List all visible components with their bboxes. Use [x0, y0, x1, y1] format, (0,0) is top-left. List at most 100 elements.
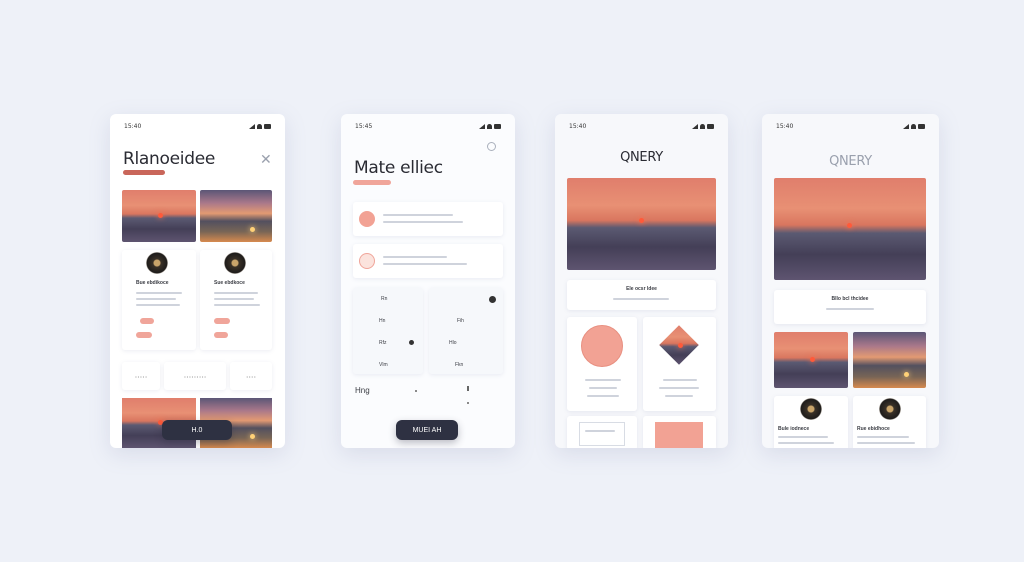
title-accent	[353, 180, 391, 185]
profile-name: Sue ebdkoce	[214, 280, 245, 286]
caption-card: Bllo bcl thcidee	[774, 290, 926, 324]
gear-icon[interactable]	[487, 142, 496, 151]
wifi-icon	[257, 124, 262, 129]
text-line	[383, 256, 447, 258]
radio-icon[interactable]	[489, 296, 496, 303]
item-icon	[359, 211, 375, 227]
feature-card[interactable]	[567, 416, 637, 448]
profile-card[interactable]: Bue ebdikoce	[122, 250, 196, 350]
filter-chip[interactable]: • • • • • • • • •	[164, 362, 226, 390]
filter-chip[interactable]: • • • • •	[122, 362, 160, 390]
photo-thumbnail[interactable]	[774, 332, 848, 388]
status-time: 15:40	[569, 123, 587, 130]
text-box	[579, 422, 625, 446]
status-bar: 15:40	[124, 123, 271, 133]
phone-screen-query-results: 15:40 QNERY Bllo bcl thcidee Bule iodnec…	[762, 114, 939, 448]
text-line	[613, 298, 669, 300]
text-line	[214, 304, 260, 306]
pager-dots: Hng	[353, 386, 503, 410]
list-item[interactable]	[353, 202, 503, 236]
status-time: 15:40	[124, 123, 142, 130]
option-label: Hlo	[449, 340, 457, 346]
text-line	[136, 298, 176, 300]
option-label: Hng	[355, 386, 370, 395]
text-line	[585, 379, 621, 381]
status-bar: 15:40	[569, 123, 714, 133]
text-line	[659, 387, 699, 389]
close-icon[interactable]: ✕	[260, 152, 272, 168]
text-line	[826, 308, 874, 310]
primary-button[interactable]: MUEI AH	[396, 420, 458, 440]
item-icon	[359, 253, 375, 269]
text-line	[383, 263, 467, 265]
feature-circle	[581, 325, 623, 367]
status-time: 15:40	[776, 123, 794, 130]
filter-chip[interactable]: • • • •	[230, 362, 272, 390]
page-title: Mate elliec	[354, 158, 443, 178]
page-title: Rlanoeidee	[123, 149, 216, 169]
text-line	[857, 442, 915, 444]
option-label: Hn	[379, 318, 386, 324]
options-panel: Rn Hn Rfz Vlm	[353, 288, 423, 374]
text-line	[663, 379, 697, 381]
option-label: Rfz	[379, 340, 387, 346]
text-line	[136, 304, 180, 306]
text-line	[665, 395, 693, 397]
tag-chip[interactable]	[136, 332, 152, 338]
caption-title: Bllo bcl thcidee	[831, 296, 869, 302]
avatar	[224, 252, 246, 274]
title-accent	[123, 170, 165, 175]
tag-chip[interactable]	[214, 332, 228, 338]
text-line	[857, 436, 909, 438]
profile-card[interactable]: Rue ebidhoce	[853, 396, 926, 448]
diamond-image	[659, 325, 699, 365]
photo-thumbnail[interactable]	[853, 332, 926, 388]
caption-title: Ele ocsr ldee	[626, 286, 657, 292]
battery-icon	[707, 124, 714, 129]
feature-card[interactable]	[567, 317, 637, 411]
caption-card: Ele ocsr ldee	[567, 280, 716, 310]
list-item[interactable]	[353, 244, 503, 278]
status-bar: 15:45	[355, 123, 501, 133]
avatar	[146, 252, 168, 274]
text-line	[589, 387, 617, 389]
dot-icon	[415, 390, 417, 392]
signal-icon	[903, 124, 909, 129]
text-line	[214, 292, 258, 294]
page-title: QNERY	[829, 154, 872, 169]
text-line	[136, 292, 182, 294]
feature-card[interactable]	[643, 317, 716, 411]
profile-name: Rue ebidhoce	[857, 426, 890, 432]
text-line	[587, 395, 619, 397]
text-line	[585, 430, 615, 432]
photo-thumbnail[interactable]	[122, 190, 196, 242]
signal-icon	[249, 124, 255, 129]
tag-chip[interactable]	[140, 318, 154, 324]
profile-name: Bue ebdikoce	[136, 280, 169, 286]
hero-image[interactable]	[567, 178, 716, 270]
primary-button[interactable]: H.0	[162, 420, 232, 440]
tag-chip[interactable]	[214, 318, 230, 324]
hero-image[interactable]	[774, 178, 926, 280]
profile-card[interactable]: Bule iodnece	[774, 396, 848, 448]
dot-icon	[467, 402, 469, 404]
text-line	[383, 221, 463, 223]
text-line	[214, 298, 254, 300]
options-panel: Fih Hlo Fkn	[429, 288, 503, 374]
status-bar: 15:40	[776, 123, 925, 133]
radio-icon[interactable]	[409, 340, 414, 345]
dot-icon	[467, 386, 469, 391]
battery-icon	[494, 124, 501, 129]
battery-icon	[918, 124, 925, 129]
option-label: Fkn	[455, 362, 464, 368]
profile-card[interactable]: Sue ebdkoce	[200, 250, 272, 350]
option-label: Rn	[381, 296, 388, 302]
signal-icon	[479, 124, 485, 129]
photo-thumbnail[interactable]	[200, 190, 272, 242]
profile-name: Bule iodnece	[778, 426, 810, 432]
feature-card[interactable]	[643, 416, 716, 448]
option-label: Vlm	[379, 362, 388, 368]
wifi-icon	[911, 124, 916, 129]
text-line	[383, 214, 453, 216]
phone-screen-gallery: 15:40 Rlanoeidee ✕ Bue ebdikoce Sue ebdk…	[110, 114, 285, 448]
